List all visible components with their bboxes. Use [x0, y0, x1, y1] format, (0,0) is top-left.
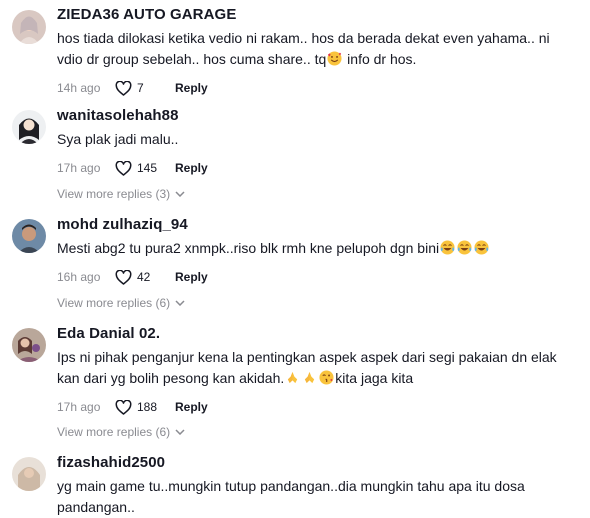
username[interactable]: fizashahid2500	[57, 454, 576, 472]
reply-button[interactable]: Reply	[175, 81, 208, 95]
like-button[interactable]: 188	[115, 399, 175, 415]
avatar[interactable]	[12, 457, 46, 491]
comment-text: hos tiada dilokasi ketika vedio ni rakam…	[57, 30, 550, 67]
reply-button[interactable]: Reply	[175, 161, 208, 175]
comment-content: Eda Danial 02. Ips ni pihak penganjur ke…	[57, 325, 576, 417]
comment-content: wanitasolehah88 Sya plak jadi malu.. 17h…	[57, 107, 576, 178]
view-more-label: View more replies (6)	[57, 296, 171, 310]
comment-meta: 17h ago 145 Reply	[57, 158, 576, 178]
tears-of-joy-icon	[474, 240, 489, 255]
comment-text: Ips ni pihak penganjur kena la pentingka…	[57, 349, 557, 386]
username[interactable]: Eda Danial 02.	[57, 325, 576, 343]
folded-hands-icon	[285, 370, 300, 385]
comment-text: Mesti abg2 tu pura2 xnmpk..riso blk rmh …	[57, 238, 576, 259]
comment-meta: 14h ago 7 Reply	[57, 78, 576, 98]
tears-of-joy-icon	[457, 240, 472, 255]
comment-text: Sya plak jadi malu..	[57, 131, 179, 147]
avatar[interactable]	[12, 328, 46, 362]
avatar[interactable]	[12, 219, 46, 253]
view-more-replies-button[interactable]: View more replies (6)	[57, 296, 185, 310]
tears-of-joy-icon	[440, 240, 455, 255]
timestamp: 17h ago	[57, 400, 101, 414]
smiling-face-hearts-icon	[327, 51, 342, 66]
comment-text: yg main game tu..mungkin tutup pandangan…	[57, 478, 525, 515]
like-count: 145	[137, 161, 158, 175]
timestamp: 16h ago	[57, 270, 101, 284]
comment-content: fizashahid2500 yg main game tu..mungkin …	[57, 454, 576, 518]
heart-icon	[115, 80, 132, 96]
view-more-replies-button[interactable]: View more replies (6)	[57, 425, 185, 439]
folded-hands-icon	[302, 370, 317, 385]
username[interactable]: ZIEDA36 AUTO GARAGE	[57, 6, 576, 24]
avatar[interactable]	[12, 110, 46, 144]
reply-button[interactable]: Reply	[175, 400, 208, 414]
face-blowing-kiss-icon	[319, 370, 334, 385]
comment-meta: 16h ago 42 Reply	[57, 267, 576, 287]
username[interactable]: mohd zulhaziq_94	[57, 216, 576, 234]
timestamp: 14h ago	[57, 81, 101, 95]
view-more-replies-button[interactable]: View more replies (3)	[57, 187, 185, 201]
comment-content: ZIEDA36 AUTO GARAGE hos tiada dilokasi k…	[57, 6, 576, 98]
chevron-down-icon	[175, 300, 185, 306]
like-count: 7	[137, 81, 144, 95]
like-button[interactable]: 42	[115, 269, 175, 285]
comment-meta: 17h ago 188 Reply	[57, 397, 576, 417]
avatar[interactable]	[12, 10, 46, 44]
view-more-label: View more replies (6)	[57, 425, 171, 439]
like-button[interactable]: 7	[115, 80, 175, 96]
reply-button[interactable]: Reply	[175, 270, 208, 284]
like-button[interactable]: 145	[115, 160, 175, 176]
like-count: 188	[137, 400, 158, 414]
heart-icon	[115, 269, 132, 285]
username[interactable]: wanitasolehah88	[57, 107, 576, 125]
chevron-down-icon	[175, 191, 185, 197]
comment-content: mohd zulhaziq_94 Mesti abg2 tu pura2 xnm…	[57, 216, 576, 287]
like-count: 42	[137, 270, 151, 284]
view-more-label: View more replies (3)	[57, 187, 171, 201]
chevron-down-icon	[175, 429, 185, 435]
heart-icon	[115, 160, 132, 176]
timestamp: 17h ago	[57, 161, 101, 175]
heart-icon	[115, 399, 132, 415]
